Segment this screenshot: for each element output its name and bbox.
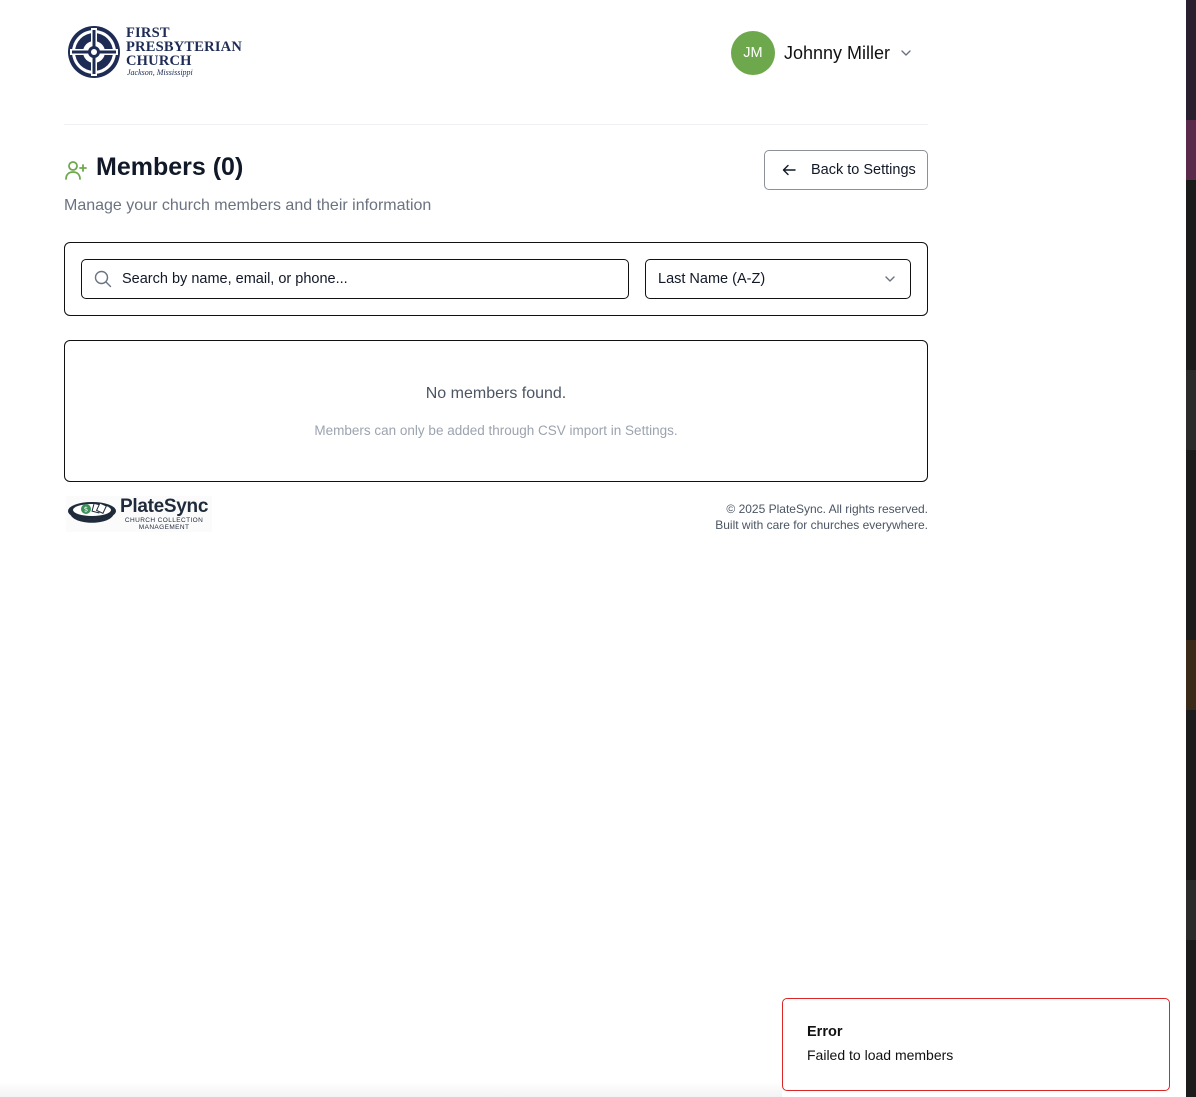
church-name-line2: PRESBYTERIAN [126,39,243,55]
chevron-down-icon [885,276,895,282]
copyright-text: © 2025 PlateSync. All rights reserved. [726,502,928,516]
church-logo[interactable]: FIRST PRESBYTERIAN CHURCH Jackson, Missi… [66,24,242,80]
page-container: FIRST PRESBYTERIAN CHURCH Jackson, Missi… [64,0,928,532]
platesync-name: PlateSync [120,496,209,517]
avatar: JM [730,31,775,75]
footer-info: © 2025 PlateSync. All rights reserved. B… [715,501,928,533]
user-menu[interactable]: JM Johnny Miller [730,31,912,75]
back-to-settings-button[interactable]: Back to Settings [764,150,928,190]
svg-text:$: $ [84,506,88,514]
sort-select-value: Last Name (A-Z) [658,271,766,287]
footer: $ PlateSync CHURCH COLLECTION MANAGEMENT… [64,494,928,540]
chevron-down-icon [901,50,911,56]
platesync-logo: $ PlateSync CHURCH COLLECTION MANAGEMENT [66,496,213,532]
church-name: FIRST PRESBYTERIAN CHURCH Jackson, Missi… [126,26,242,78]
search-box[interactable] [81,259,629,299]
error-toast[interactable]: Error Failed to load members [782,998,1170,1091]
search-icon [94,270,112,288]
platesync-tagline-2: MANAGEMENT [138,524,190,531]
filter-card: Last Name (A-Z) [64,242,928,316]
page-title: Members (0) [96,153,244,181]
church-seal-icon [68,26,120,78]
church-name-line1: FIRST [126,25,170,41]
empty-state-title: No members found. [425,385,567,402]
search-input[interactable] [122,271,602,287]
back-to-settings-label: Back to Settings [811,162,916,178]
toast-message: Failed to load members [807,1047,954,1063]
toast-title: Error [807,1024,843,1040]
page-subtitle: Manage your church members and their inf… [64,197,432,214]
arrow-left-icon [782,164,796,176]
sort-select[interactable]: Last Name (A-Z) [645,259,911,299]
church-location: Jackson, Mississippi [127,68,193,77]
empty-state-note: Members can only be added through CSV im… [314,423,678,438]
collection-plate-icon: $ [68,502,116,523]
members-empty-state: No members found. Members can only be ad… [64,340,928,482]
user-plus-icon [65,161,87,180]
church-name-line3: CHURCH [126,53,192,69]
platesync-wordmark: PlateSync CHURCH COLLECTION MANAGEMENT [120,496,209,532]
bottom-shadow [0,1082,782,1097]
footer-tagline: Built with care for churches everywhere. [715,518,928,532]
window-edge [1186,0,1196,1097]
header: FIRST PRESBYTERIAN CHURCH Jackson, Missi… [64,0,928,125]
platesync-tagline-1: CHURCH COLLECTION [124,517,204,524]
user-name: Johnny Miller [783,42,890,63]
